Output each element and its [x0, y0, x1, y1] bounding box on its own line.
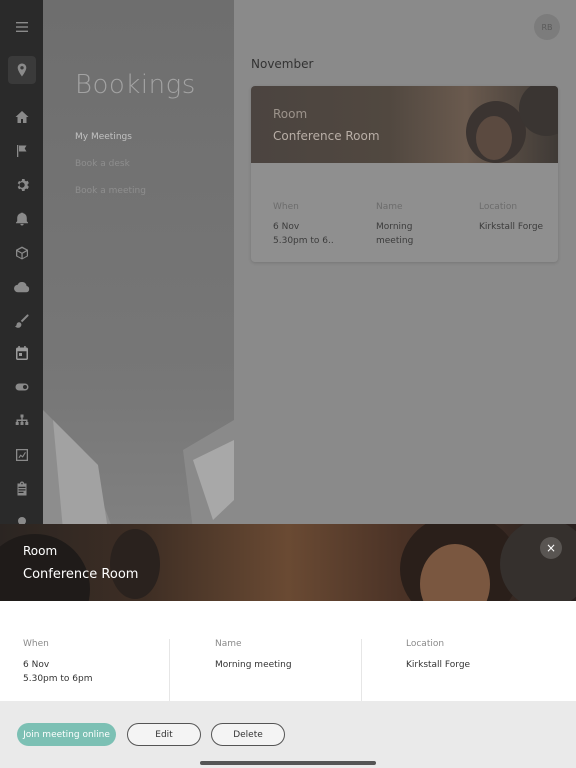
- divider: [169, 639, 170, 701]
- clipboard-icon[interactable]: [0, 475, 43, 503]
- hierarchy-icon[interactable]: [0, 407, 43, 435]
- card-when: When 6 Nov 5.30pm to 6..: [273, 202, 334, 248]
- cube-icon[interactable]: [0, 239, 43, 267]
- sheet-room-name: Conference Room: [23, 567, 139, 582]
- nav-link-my-meetings[interactable]: My Meetings: [75, 132, 132, 142]
- nav-link-book-desk[interactable]: Book a desk: [75, 159, 130, 169]
- decorative-paper-shapes: [43, 410, 234, 530]
- nav-link-book-meeting[interactable]: Book a meeting: [75, 186, 146, 196]
- detail-when: When 6 Nov 5.30pm to 6pm: [23, 639, 193, 701]
- booking-card[interactable]: Room Conference Room When 6 Nov 5.30pm t…: [251, 86, 558, 262]
- location-pin-icon[interactable]: [8, 56, 36, 84]
- menu-icon[interactable]: [0, 13, 43, 41]
- cloud-icon[interactable]: [0, 273, 43, 301]
- join-meeting-online-button[interactable]: Join meeting online: [17, 723, 116, 746]
- detail-when-time: 5.30pm to 6pm: [23, 674, 93, 684]
- divider: [361, 639, 362, 701]
- calendar-icon[interactable]: [0, 339, 43, 367]
- bell-icon[interactable]: [0, 205, 43, 233]
- nav-title: Bookings: [75, 70, 196, 100]
- brush-icon[interactable]: [0, 307, 43, 335]
- detail-name: Name Morning meeting: [215, 639, 385, 701]
- home-icon[interactable]: [0, 103, 43, 131]
- detail-when-date: 6 Nov: [23, 660, 50, 670]
- card-room-name: Conference Room: [273, 129, 380, 143]
- close-button[interactable]: ×: [540, 537, 562, 559]
- card-when-date: 6 Nov: [273, 222, 300, 232]
- booking-detail-sheet: Room Conference Room × When 6 Nov 5.30pm…: [0, 524, 576, 768]
- toggle-icon[interactable]: [0, 373, 43, 401]
- detail-name-value: Morning meeting: [215, 660, 292, 670]
- card-location-label: Location: [479, 202, 518, 212]
- close-icon: ×: [545, 541, 557, 555]
- card-name-label: Name: [376, 202, 403, 212]
- delete-button[interactable]: Delete: [211, 723, 285, 746]
- sheet-room-type: Room: [23, 544, 58, 558]
- card-location: Location Kirkstall Forge: [479, 202, 543, 234]
- card-name-value-1: Morning: [376, 222, 413, 232]
- month-heading: November: [251, 57, 314, 71]
- edit-button[interactable]: Edit: [127, 723, 201, 746]
- card-when-label: When: [273, 202, 299, 212]
- card-room-type: Room: [273, 107, 308, 121]
- detail-location-label: Location: [406, 639, 445, 649]
- action-bar: Join meeting online Edit Delete: [0, 701, 576, 768]
- home-indicator[interactable]: [200, 761, 376, 765]
- gear-icon[interactable]: [0, 171, 43, 199]
- chart-icon[interactable]: [0, 441, 43, 469]
- detail-name-label: Name: [215, 639, 242, 649]
- card-name: Name Morning meeting: [376, 202, 413, 248]
- avatar[interactable]: RB: [534, 14, 560, 40]
- detail-when-label: When: [23, 639, 49, 649]
- card-location-value: Kirkstall Forge: [479, 222, 544, 232]
- sheet-hero-image: Room Conference Room ×: [0, 524, 576, 601]
- card-hero-image: Room Conference Room: [251, 86, 558, 163]
- card-name-value-2: meeting: [376, 236, 414, 246]
- detail-location-value: Kirkstall Forge: [406, 660, 471, 670]
- card-when-time: 5.30pm to 6..: [273, 236, 334, 246]
- flag-icon[interactable]: [0, 137, 43, 165]
- detail-location: Location Kirkstall Forge: [406, 639, 576, 701]
- booking-details: When 6 Nov 5.30pm to 6pm Name Morning me…: [0, 625, 576, 701]
